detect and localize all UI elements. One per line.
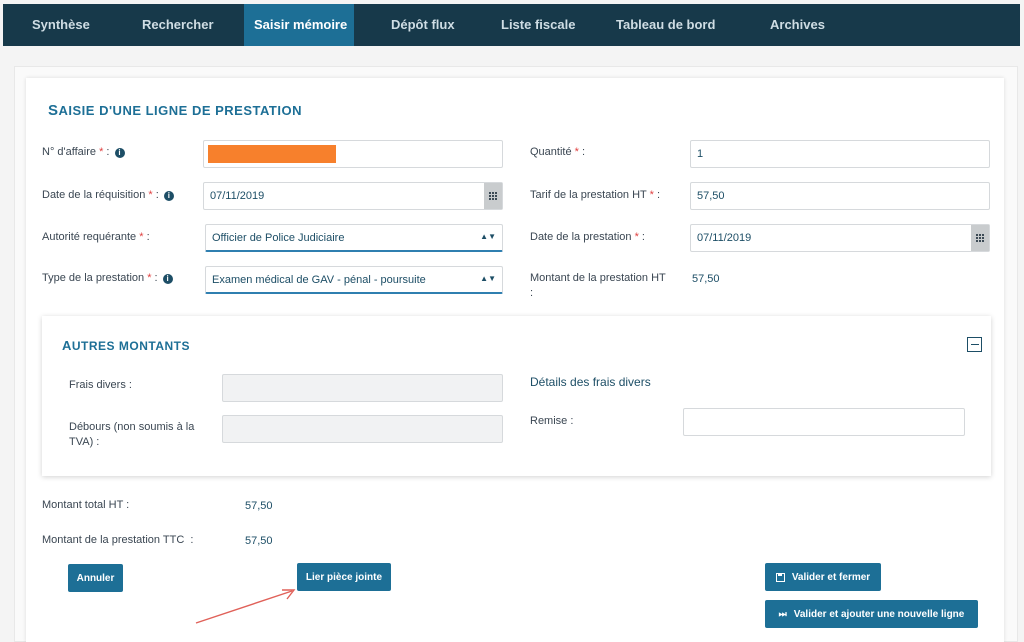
debours-input[interactable] bbox=[222, 415, 503, 443]
total-ht-label: Montant total HT : bbox=[42, 499, 130, 511]
info-icon[interactable]: i bbox=[163, 191, 174, 201]
type-prestation-label: Type de la prestation * : i bbox=[42, 271, 173, 286]
autorite-label: Autorité requérante * : bbox=[42, 231, 150, 243]
annotation-arrow-icon bbox=[195, 589, 296, 624]
frais-divers-label: Frais divers : bbox=[69, 379, 132, 391]
nav-tab-liste-fiscale[interactable]: Liste fiscale bbox=[491, 4, 585, 46]
autorite-select[interactable]: Officier de Police Judiciaire ▲▼ bbox=[205, 224, 503, 252]
type-prestation-select[interactable]: Examen médical de GAV - pénal - poursuit… bbox=[205, 266, 503, 294]
collapse-icon[interactable] bbox=[967, 337, 982, 352]
ttc-label: Montant de la prestation TTC : bbox=[42, 534, 194, 546]
total-ht-value: 57,50 bbox=[245, 500, 273, 512]
autorite-value: Officier de Police Judiciaire bbox=[212, 232, 345, 244]
nav-tab-saisir-memoire[interactable]: Saisir mémoire bbox=[244, 4, 354, 46]
autres-montants-title: AUTRES MONTANTS bbox=[62, 338, 190, 353]
remise-input[interactable] bbox=[683, 408, 965, 436]
tarif-input[interactable]: 57,50 bbox=[690, 182, 990, 210]
select-arrows-icon: ▲▼ bbox=[480, 232, 496, 241]
nav-tab-rechercher[interactable]: Rechercher bbox=[132, 4, 224, 46]
remise-label: Remise : bbox=[530, 415, 574, 427]
nav-tab-archives[interactable]: Archives bbox=[760, 4, 835, 46]
nav-tab-depot-flux[interactable]: Dépôt flux bbox=[381, 4, 465, 46]
quantite-label: Quantité * : bbox=[530, 146, 586, 158]
valider-fermer-button[interactable]: Valider et fermer bbox=[765, 563, 881, 591]
frais-divers-input[interactable] bbox=[222, 374, 503, 402]
valider-fermer-label: Valider et fermer bbox=[791, 571, 871, 583]
skip-forward-icon: ⏭ bbox=[778, 608, 787, 619]
debours-label: Débours (non soumis à la TVA) : bbox=[69, 421, 195, 448]
date-requisition-label: Date de la réquisition * : i bbox=[42, 188, 174, 203]
annuler-button[interactable]: Annuler bbox=[68, 564, 123, 592]
no-affaire-label: N° d'affaire * : i bbox=[42, 145, 125, 160]
date-prestation-input[interactable]: 07/11/2019 bbox=[690, 224, 990, 252]
valider-ajouter-label: Valider et ajouter une nouvelle ligne bbox=[793, 608, 965, 620]
redaction-block bbox=[208, 145, 336, 163]
calendar-icon[interactable] bbox=[971, 225, 989, 251]
info-icon[interactable]: i bbox=[162, 274, 173, 284]
lier-piece-jointe-button[interactable]: Lier pièce jointe bbox=[297, 563, 391, 591]
date-prestation-label: Date de la prestation * : bbox=[530, 231, 645, 243]
ttc-value: 57,50 bbox=[245, 535, 273, 547]
valider-ajouter-button[interactable]: ⏭ Valider et ajouter une nouvelle ligne bbox=[765, 600, 978, 628]
nav-tab-synthese[interactable]: Synthèse bbox=[22, 4, 100, 46]
type-prestation-value: Examen médical de GAV - pénal - poursuit… bbox=[212, 274, 426, 286]
date-requisition-input[interactable]: 07/11/2019 bbox=[203, 182, 503, 210]
save-icon bbox=[775, 572, 785, 582]
tarif-label: Tarif de la prestation HT * : bbox=[530, 189, 661, 201]
montant-prestation-label: Montant de la prestation HT : bbox=[530, 272, 666, 299]
montant-prestation-value: 57,50 bbox=[692, 273, 720, 285]
page-title: SAISIE D'UNE LIGNE DE PRESTATION bbox=[48, 102, 302, 119]
nav-tab-tableau-de-bord[interactable]: Tableau de bord bbox=[606, 4, 725, 46]
main-nav: Synthèse Rechercher Saisir mémoire Dépôt… bbox=[3, 4, 1020, 46]
calendar-icon[interactable] bbox=[484, 183, 502, 209]
details-frais-divers-link[interactable]: Détails des frais divers bbox=[530, 375, 651, 390]
select-arrows-icon: ▲▼ bbox=[480, 274, 496, 283]
info-icon[interactable]: i bbox=[114, 148, 125, 158]
quantite-input[interactable]: 1 bbox=[690, 140, 990, 168]
date-requisition-value: 07/11/2019 bbox=[210, 190, 265, 202]
date-prestation-value: 07/11/2019 bbox=[697, 232, 752, 244]
